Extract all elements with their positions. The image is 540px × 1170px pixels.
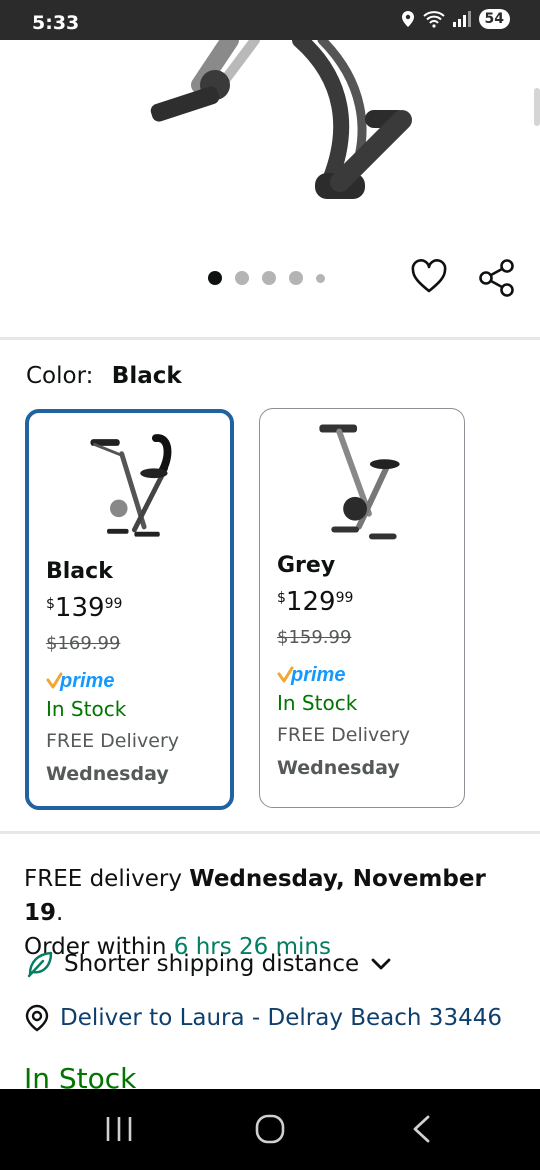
chevron-down-icon — [371, 958, 391, 970]
image-pager[interactable] — [208, 271, 325, 285]
recent-apps-icon — [106, 1117, 132, 1141]
delivery-suffix: . — [56, 900, 64, 926]
option-name: Grey — [277, 553, 336, 578]
leaf-icon — [27, 951, 53, 978]
delivery-day: Wednesday — [277, 757, 400, 779]
shipping-distance-label: Shorter shipping distance — [64, 951, 360, 977]
prime-logo-icon: prime — [277, 664, 345, 686]
pager-dot[interactable] — [262, 271, 276, 285]
deliver-to-link[interactable]: Deliver to Laura - Delray Beach 33446 — [24, 1004, 502, 1032]
pager-dot[interactable] — [235, 271, 249, 285]
pager-dot[interactable] — [208, 271, 222, 285]
home-button[interactable] — [248, 1109, 292, 1149]
wishlist-button[interactable] — [410, 258, 448, 296]
pager-dot[interactable] — [289, 271, 303, 285]
delivery-day: Wednesday — [46, 763, 169, 785]
recent-apps-button[interactable] — [97, 1109, 141, 1149]
share-icon — [479, 259, 514, 297]
price-whole: 139 — [54, 593, 105, 623]
delivery-message: FREE delivery Wednesday, November 19. Or… — [24, 862, 524, 964]
prime-badge: prime — [46, 665, 179, 697]
pager-dot[interactable] — [316, 273, 325, 283]
status-bar: 5:33 54 — [0, 0, 540, 40]
option-price: $139 99 — [46, 593, 179, 633]
price-symbol: $ — [46, 596, 55, 612]
price-whole: 129 — [285, 587, 336, 617]
status-time: 5:33 — [32, 12, 80, 34]
home-icon — [255, 1114, 285, 1144]
price-symbol: $ — [277, 590, 286, 606]
share-button[interactable] — [478, 258, 516, 298]
location-pin-icon — [25, 1004, 49, 1032]
availability: In Stock — [277, 691, 358, 715]
shipping-distance-toggle[interactable]: Shorter shipping distance — [26, 950, 393, 978]
option-price: $129 99 — [277, 587, 410, 627]
wifi-icon — [422, 11, 445, 28]
svg-text:prime: prime — [59, 670, 114, 692]
section-divider — [0, 831, 540, 834]
grey-option-details: Grey $129 99 $159.99 prime In Stock FREE … — [277, 553, 410, 779]
price-fraction: 99 — [104, 596, 123, 612]
prime-badge: prime — [277, 659, 410, 691]
product-image[interactable] — [0, 40, 540, 240]
back-icon — [413, 1115, 430, 1143]
battery-indicator: 54 — [478, 9, 510, 29]
deliver-to-label: Deliver to Laura - Delray Beach 33446 — [60, 1005, 502, 1031]
section-divider — [0, 337, 540, 340]
availability: In Stock — [46, 697, 127, 721]
list-price: $169.99 — [46, 633, 121, 654]
heart-icon — [411, 259, 447, 293]
grey-bike-thumbnail — [319, 424, 400, 540]
exercise-bike-image — [150, 40, 412, 199]
status-icons: 54 — [401, 9, 510, 29]
back-button[interactable] — [400, 1109, 444, 1149]
delivery-text: FREE Delivery — [46, 730, 180, 752]
black-option-details: Black $139 99 $169.99 prime In Stock FREE… — [46, 559, 179, 785]
location-icon — [401, 11, 414, 27]
price-fraction: 99 — [335, 590, 354, 606]
delivery-prefix: FREE delivery — [24, 866, 190, 892]
scroll-indicator[interactable] — [534, 88, 540, 126]
color-option-grey[interactable]: Grey $129 99 $159.99 prime In Stock FREE … — [259, 408, 465, 808]
black-bike-thumbnail — [90, 434, 172, 537]
signal-icon — [452, 11, 471, 27]
system-nav-bar — [0, 1089, 540, 1170]
option-name: Black — [46, 559, 113, 584]
selected-color: Black — [111, 363, 182, 389]
color-label-row: Color: Black — [26, 362, 182, 389]
svg-text:prime: prime — [290, 664, 345, 686]
color-option-black[interactable]: Black $139 99 $169.99 prime In Stock FREE… — [25, 409, 234, 810]
color-label: Color: — [26, 363, 94, 389]
list-price: $159.99 — [277, 627, 352, 648]
prime-logo-icon: prime — [46, 670, 114, 692]
delivery-text: FREE Delivery — [277, 724, 411, 746]
